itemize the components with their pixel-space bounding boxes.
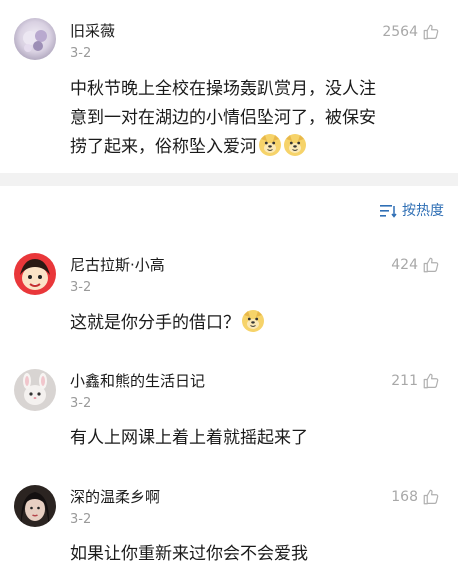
- thumbs-up-icon: [423, 24, 439, 40]
- thumbs-up-icon: [423, 489, 439, 505]
- comment-date: 3-2: [70, 396, 92, 411]
- comment-date: 3-2: [70, 512, 92, 527]
- user-avatar[interactable]: [14, 485, 56, 527]
- user-avatar[interactable]: [14, 253, 56, 295]
- comment-text: 中秋节晚上全校在操场轰趴赏月，没人注 意到一对在湖边的小情侣坠河了，被保安 捞了…: [70, 75, 376, 162]
- user-name[interactable]: 深的温柔乡啊: [70, 487, 160, 507]
- comment-text: 有人上网课上着上着就摇起来了: [70, 424, 308, 453]
- like-count: 211: [391, 373, 418, 389]
- avatar-image: [14, 253, 56, 295]
- like-button[interactable]: 211: [391, 372, 440, 390]
- comment-text-line: 有人上网课上着上着就摇起来了: [70, 428, 308, 448]
- sort-toggle[interactable]: 按热度: [379, 202, 444, 220]
- comment-text-line: 意到一对在湖边的小情侣坠河了，被保安: [70, 108, 376, 128]
- comment-text: 这就是你分手的借口？: [70, 309, 265, 338]
- avatar-image: [14, 369, 56, 411]
- like-count: 168: [391, 489, 418, 505]
- comment-text: 如果让你重新来过你会不会爱我: [70, 540, 308, 569]
- comment-text-last-line: 捞了起来，俗称坠入爱河: [70, 133, 376, 162]
- comment-date: 3-2: [70, 280, 92, 295]
- sort-label: 按热度: [402, 203, 444, 219]
- comment-feed: 旧采薇 3-2 2564 中秋节晚上全校在操场轰趴赏月，没人注 意到一对在湖边的…: [0, 0, 458, 576]
- comment-text-line: 中秋节晚上全校在操场轰趴赏月，没人注: [70, 79, 376, 99]
- doge-emoji-icon: [284, 134, 306, 156]
- like-count: 2564: [382, 24, 418, 40]
- like-button[interactable]: 168: [391, 488, 440, 506]
- like-button[interactable]: 2564: [382, 23, 440, 41]
- user-name[interactable]: 旧采薇: [70, 21, 115, 41]
- thumbs-up-icon: [423, 257, 439, 273]
- user-avatar[interactable]: [14, 18, 56, 60]
- section-divider: [0, 173, 458, 186]
- comment-date: 3-2: [70, 46, 92, 61]
- user-avatar[interactable]: [14, 369, 56, 411]
- user-name[interactable]: 小鑫和熊的生活日记: [70, 371, 205, 391]
- avatar-image: [14, 485, 56, 527]
- sort-lines-icon: [380, 205, 397, 218]
- like-count: 424: [391, 257, 418, 273]
- thumbs-up-icon: [423, 373, 439, 389]
- user-name[interactable]: 尼古拉斯·小高: [70, 255, 165, 275]
- comment-text-line: 这就是你分手的借口？: [70, 313, 240, 333]
- avatar-image: [14, 18, 56, 60]
- doge-emoji-icon: [242, 310, 264, 332]
- like-button[interactable]: 424: [391, 256, 440, 274]
- comment-text-line: 捞了起来，俗称坠入爱河: [70, 137, 257, 157]
- comment-text-line: 如果让你重新来过你会不会爱我: [70, 544, 308, 564]
- doge-emoji-icon: [259, 134, 281, 156]
